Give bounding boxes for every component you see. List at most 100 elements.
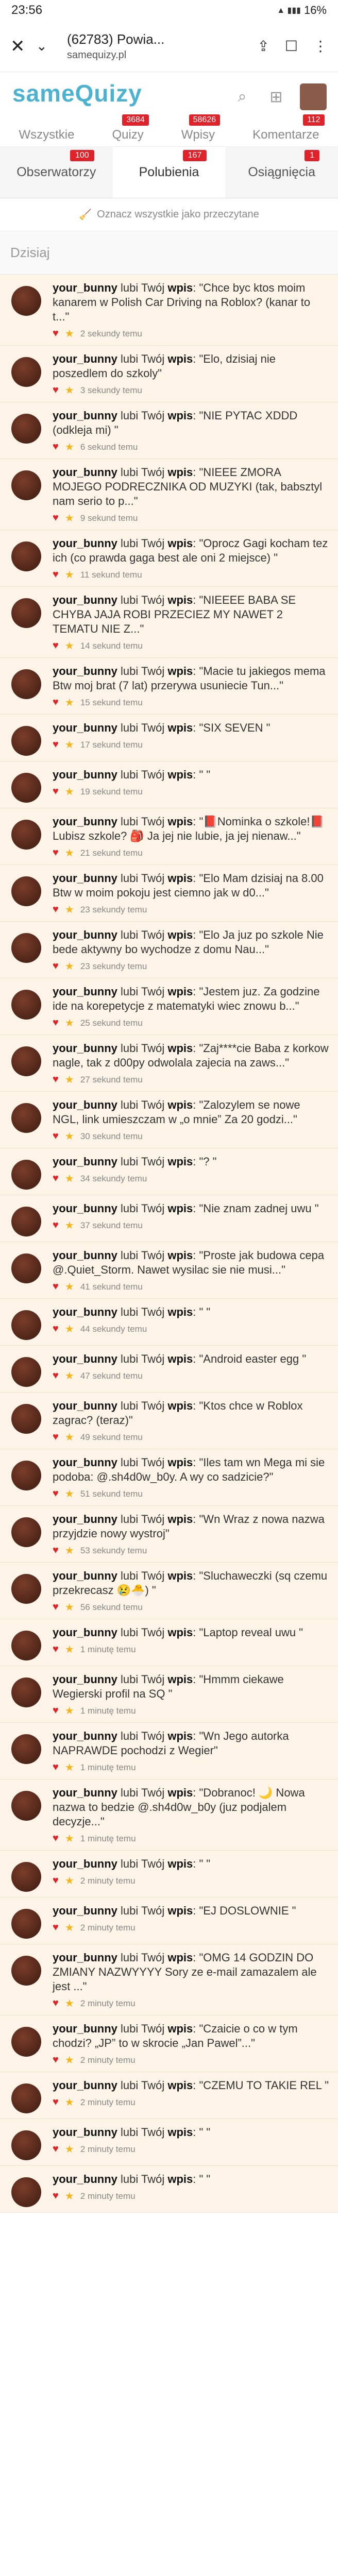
notification-item[interactable]: your_bunny lubi Twój wpis: " " ♥ ★ 2 minuty…	[0, 2119, 338, 2166]
chevron-down-icon[interactable]: ⌄	[36, 38, 67, 54]
nav-item-komentarze[interactable]: 112 Komentarze	[252, 114, 325, 142]
avatar[interactable]	[11, 1574, 41, 1604]
notification-item[interactable]: your_bunny lubi Twój wpis: "Hmmm ciekawe…	[0, 1666, 338, 1723]
notification-item[interactable]: your_bunny lubi Twój wpis: "Wn Jego auto…	[0, 1723, 338, 1780]
notification-post[interactable]: " "	[199, 2173, 211, 2185]
avatar[interactable]	[11, 726, 41, 756]
avatar[interactable]	[11, 990, 41, 1020]
notification-user[interactable]: your_bunny	[53, 1951, 117, 1964]
notification-user[interactable]: your_bunny	[53, 1904, 117, 1917]
avatar[interactable]	[11, 1734, 41, 1764]
notification-item[interactable]: your_bunny lubi Twój wpis: "Nie znam zad…	[0, 1195, 338, 1242]
avatar[interactable]	[11, 470, 41, 500]
notification-item[interactable]: your_bunny lubi Twój wpis: "NIE PYTAC XD…	[0, 402, 338, 459]
notification-post[interactable]: "SIX SEVEN "	[199, 721, 271, 734]
notification-user[interactable]: your_bunny	[53, 594, 117, 606]
tab-osiagniecia[interactable]: 1 Osiągnięcia	[225, 147, 338, 198]
notification-post[interactable]: "Laptop reveal uwu "	[199, 1626, 303, 1639]
notification-item[interactable]: your_bunny lubi Twój wpis: "NIEEE ZMORA …	[0, 459, 338, 530]
notification-user[interactable]: your_bunny	[53, 721, 117, 734]
avatar[interactable]	[11, 1909, 41, 1939]
share-icon[interactable]: ⇪	[257, 38, 269, 55]
avatar[interactable]	[11, 357, 41, 387]
notification-item[interactable]: your_bunny lubi Twój wpis: "? " ♥ ★ 34 seku…	[0, 1148, 338, 1195]
notification-user[interactable]: your_bunny	[53, 1626, 117, 1639]
notification-user[interactable]: your_bunny	[53, 1399, 117, 1412]
add-icon[interactable]: ⊞	[266, 87, 286, 107]
notification-user[interactable]: your_bunny	[53, 352, 117, 365]
notification-item[interactable]: your_bunny lubi Twój wpis: "Czaicie o co…	[0, 2015, 338, 2072]
notification-user[interactable]: your_bunny	[53, 1569, 117, 1582]
notification-item[interactable]: your_bunny lubi Twój wpis: "OMG 14 GODZI…	[0, 1944, 338, 2015]
notification-user[interactable]: your_bunny	[53, 1673, 117, 1686]
notification-post[interactable]: "Nie znam zadnej uwu "	[199, 1202, 319, 1215]
notification-item[interactable]: your_bunny lubi Twój wpis: "Macie tu jak…	[0, 658, 338, 715]
notification-item[interactable]: your_bunny lubi Twój wpis: "Oprocz Gagi …	[0, 530, 338, 587]
avatar[interactable]	[11, 2083, 41, 2113]
notification-item[interactable]: your_bunny lubi Twój wpis: "Iles tam wn …	[0, 1449, 338, 1506]
notification-item[interactable]: your_bunny lubi Twój wpis: "Sluchaweczki…	[0, 1563, 338, 1619]
notification-user[interactable]: your_bunny	[53, 665, 117, 677]
avatar[interactable]	[11, 820, 41, 850]
notification-user[interactable]: your_bunny	[53, 1042, 117, 1055]
avatar[interactable]	[11, 598, 41, 628]
notification-user[interactable]: your_bunny	[53, 872, 117, 885]
notification-user[interactable]: your_bunny	[53, 985, 117, 998]
notification-user[interactable]: your_bunny	[53, 815, 117, 828]
notification-item[interactable]: your_bunny lubi Twój wpis: "CZEMU TO TAK…	[0, 2072, 338, 2119]
notification-item[interactable]: your_bunny lubi Twój wpis: "Elo Ja juz p…	[0, 922, 338, 978]
avatar[interactable]	[11, 1046, 41, 1076]
avatar[interactable]	[11, 1862, 41, 1892]
notification-item[interactable]: your_bunny lubi Twój wpis: " " ♥ ★ 44 sekun…	[0, 1299, 338, 1346]
bookmark-icon[interactable]: ☐	[285, 38, 298, 55]
notification-user[interactable]: your_bunny	[53, 466, 117, 479]
notification-user[interactable]: your_bunny	[53, 1857, 117, 1870]
tab-obserwatorzy[interactable]: 100 Obserwatorzy	[0, 147, 113, 198]
notification-item[interactable]: your_bunny lubi Twój wpis: " " ♥ ★ 19 sekun…	[0, 761, 338, 808]
avatar[interactable]	[11, 2130, 41, 2160]
notification-post[interactable]: "CZEMU TO TAKIE REL "	[199, 2079, 329, 2092]
notification-item[interactable]: your_bunny lubi Twój wpis: "Ktos chce w …	[0, 1393, 338, 1449]
avatar[interactable]	[11, 669, 41, 699]
notification-item[interactable]: your_bunny lubi Twój wpis: " " ♥ ★ 2 minuty…	[0, 2166, 338, 2213]
notification-user[interactable]: your_bunny	[53, 1730, 117, 1742]
avatar[interactable]	[11, 1310, 41, 1340]
notification-user[interactable]: your_bunny	[53, 2079, 117, 2092]
notification-user[interactable]: your_bunny	[53, 2173, 117, 2185]
notification-item[interactable]: your_bunny lubi Twój wpis: "Android east…	[0, 1346, 338, 1393]
close-icon[interactable]: ✕	[10, 36, 36, 57]
notification-user[interactable]: your_bunny	[53, 928, 117, 941]
notification-user[interactable]: your_bunny	[53, 281, 117, 294]
notification-post[interactable]: "? "	[199, 1155, 217, 1168]
avatar[interactable]	[11, 286, 41, 316]
notification-item[interactable]: your_bunny lubi Twój wpis: "Dobranoc! 🌙 …	[0, 1780, 338, 1851]
avatar[interactable]	[11, 2177, 41, 2207]
notification-user[interactable]: your_bunny	[53, 1456, 117, 1469]
avatar[interactable]	[11, 1357, 41, 1387]
notification-user[interactable]: your_bunny	[53, 1155, 117, 1168]
notification-item[interactable]: your_bunny lubi Twój wpis: "Elo Mam dzis…	[0, 865, 338, 922]
notification-user[interactable]: your_bunny	[53, 1513, 117, 1526]
notification-post[interactable]: "Android easter egg "	[199, 1352, 307, 1365]
notification-item[interactable]: your_bunny lubi Twój wpis: "EJ DOSLOWNIE…	[0, 1897, 338, 1944]
url-block[interactable]: (62783) Powia... samequizy.pl	[67, 31, 257, 61]
mark-all-read-button[interactable]: 🧹 Oznacz wszystkie jako przeczytane	[0, 198, 338, 231]
avatar[interactable]	[11, 1253, 41, 1283]
notification-item[interactable]: your_bunny lubi Twój wpis: "Laptop revea…	[0, 1619, 338, 1666]
avatar[interactable]	[11, 876, 41, 906]
notification-user[interactable]: your_bunny	[53, 1306, 117, 1318]
avatar[interactable]	[11, 1517, 41, 1547]
notification-post[interactable]: "EJ DOSLOWNIE "	[199, 1904, 296, 1917]
notification-item[interactable]: your_bunny lubi Twój wpis: "SIX SEVEN " ♥…	[0, 715, 338, 761]
notification-item[interactable]: your_bunny lubi Twój wpis: "Proste jak b…	[0, 1242, 338, 1299]
notification-user[interactable]: your_bunny	[53, 1249, 117, 1262]
avatar[interactable]	[11, 1791, 41, 1821]
more-icon[interactable]: ⋮	[313, 38, 328, 55]
nav-item-quizy[interactable]: 3684 Quizy	[112, 114, 149, 142]
avatar[interactable]	[11, 1461, 41, 1490]
avatar[interactable]	[11, 773, 41, 803]
notification-user[interactable]: your_bunny	[53, 537, 117, 550]
notification-user[interactable]: your_bunny	[53, 768, 117, 781]
notification-user[interactable]: your_bunny	[53, 2126, 117, 2139]
avatar[interactable]	[11, 1207, 41, 1236]
